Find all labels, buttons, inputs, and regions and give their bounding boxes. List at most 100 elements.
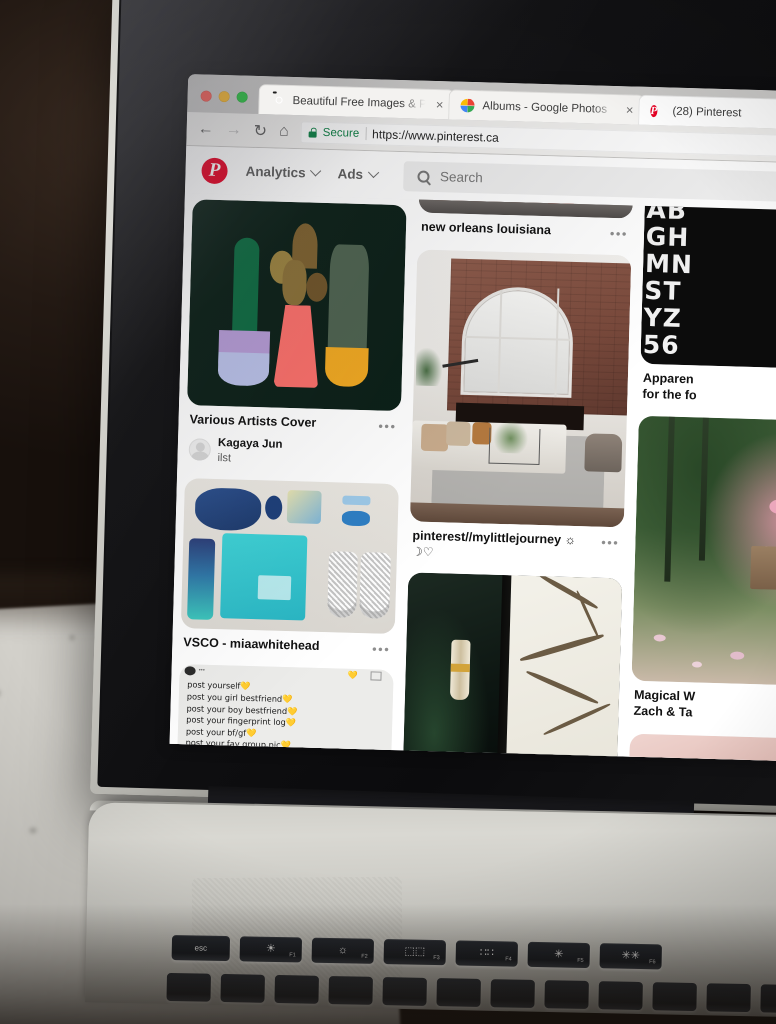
pin-image[interactable] <box>402 572 623 764</box>
chevron-down-icon <box>367 166 379 178</box>
pin-title: Various Artists Cover <box>189 412 317 430</box>
home-icon[interactable]: ⌂ <box>279 122 289 140</box>
marble-vein <box>575 590 601 641</box>
reload-icon[interactable]: ↻ <box>253 120 267 140</box>
armchair-region <box>584 433 623 473</box>
pin-title-line2: for the fo <box>642 386 697 403</box>
shoe-object <box>358 551 391 619</box>
hat-object <box>194 487 262 532</box>
pin-card[interactable]: pinterest//mylittlejourney ☼ ••• ☽♡ <box>409 249 632 564</box>
pinterest-icon: P <box>650 104 658 117</box>
pin-card[interactable]: AB GH MN ST YZ 56 Apparen for the fo <box>639 193 776 408</box>
fallen-petal <box>730 651 745 661</box>
search-input[interactable]: Search <box>402 160 776 205</box>
desk-speck <box>29 827 37 834</box>
loft-interior-photo <box>409 249 632 528</box>
back-icon[interactable]: ← <box>197 120 214 138</box>
tree-trunk <box>664 416 675 582</box>
cactus-illustration <box>187 199 407 412</box>
search-icon <box>416 169 430 183</box>
secure-label: Secure <box>322 126 360 140</box>
pinterest-logo-icon[interactable]: P <box>201 156 228 184</box>
marble-panel <box>505 572 623 764</box>
fallen-petal <box>691 661 702 668</box>
wall-sconce <box>449 639 471 701</box>
pin-title: VSCO - miaawhitehead <box>183 635 320 653</box>
tab-title: Albums - Google Photos <box>482 99 608 116</box>
pin-title: new orleans louisiana <box>420 219 552 238</box>
plant-region <box>415 347 443 386</box>
photo-scene: Beautiful Free Images & Pictur × Albums … <box>0 0 776 1024</box>
cushion <box>446 421 471 447</box>
blossom <box>768 499 776 514</box>
pin-meta: Various Artists Cover ••• Kagaya Jun ils… <box>185 405 401 470</box>
marble-vein <box>542 702 612 737</box>
chevron-down-icon <box>310 164 322 176</box>
pin-column-1: Various Artists Cover ••• Kagaya Jun ils… <box>175 193 407 764</box>
fallen-petal <box>654 633 667 642</box>
close-icon[interactable]: × <box>434 97 446 112</box>
scrunchie-object <box>265 495 283 520</box>
window-controls[interactable] <box>187 90 259 114</box>
pin-meta: new orleans louisiana ••• <box>418 213 633 242</box>
close-icon[interactable]: × <box>624 102 636 117</box>
water-bottle-object <box>187 538 216 620</box>
pin-grid: Various Artists Cover ••• Kagaya Jun ils… <box>169 193 776 764</box>
pin-meta: Apparen for the fo <box>639 364 776 408</box>
pin-meta: VSCO - miaawhitehead ••• <box>180 628 395 657</box>
google-photos-icon <box>460 98 474 112</box>
cushion <box>420 423 449 452</box>
pin-image[interactable] <box>180 477 399 634</box>
tab-title: (28) Pinterest <box>672 105 742 120</box>
pin-title-line2: Zach & Ta <box>633 703 693 720</box>
pin-card[interactable] <box>402 572 623 764</box>
sticker-object <box>342 495 371 506</box>
pin-author[interactable]: Kagaya Jun ilst <box>188 435 397 470</box>
shoe-object <box>326 551 359 618</box>
desk-speck <box>0 688 1 698</box>
forward-icon[interactable]: → <box>225 121 242 139</box>
sticker-object <box>342 510 371 527</box>
tab-title: Beautiful Free Images & Pictur <box>292 94 427 111</box>
background-bottom-shadow <box>0 904 776 1024</box>
typography-row: 56 <box>642 329 681 360</box>
browser-tab-2[interactable]: Albums - Google Photos × <box>448 89 645 125</box>
pin-card[interactable]: VSCO - miaawhitehead ••• <box>180 477 399 657</box>
marble-vein <box>525 669 600 706</box>
desk-speck <box>69 634 75 641</box>
pin-card[interactable]: Various Artists Cover ••• Kagaya Jun ils… <box>185 199 407 470</box>
minimize-window-button[interactable] <box>218 90 230 103</box>
pin-image[interactable] <box>187 199 407 412</box>
garden-photo <box>631 416 776 687</box>
laptop-device: Beautiful Free Images & Pictur × Albums … <box>85 0 776 1019</box>
nav-ads-label: Ads <box>337 166 364 182</box>
pin-author-name: Kagaya Jun <box>217 436 283 451</box>
pin-meta: pinterest//mylittlejourney ☼ ••• ☽♡ <box>409 521 624 565</box>
marble-vein <box>518 632 604 664</box>
pin-menu-icon[interactable]: ••• <box>610 226 629 242</box>
pin-card[interactable]: Magical W Zach & Ta <box>630 416 776 725</box>
pin-column-3: AB GH MN ST YZ 56 Apparen for the fo Mag… <box>629 193 776 764</box>
maximize-window-button[interactable] <box>236 91 248 103</box>
pouch-object <box>286 489 322 524</box>
pin-menu-icon[interactable]: ••• <box>372 641 391 657</box>
pin-author-text: Kagaya Jun ilst <box>217 436 282 467</box>
tree-trunk <box>699 417 710 562</box>
pin-image[interactable] <box>409 249 632 528</box>
nav-ads[interactable]: Ads <box>337 166 379 182</box>
browser-window: Beautiful Free Images & Pictur × Albums … <box>169 74 776 764</box>
nav-analytics[interactable]: Analytics <box>245 164 322 181</box>
close-window-button[interactable] <box>200 90 212 102</box>
pin-menu-icon[interactable]: ••• <box>601 534 620 550</box>
pin-image[interactable] <box>631 416 776 687</box>
pin-meta: Magical W Zach & Ta <box>630 681 776 725</box>
marble-vein <box>538 572 599 611</box>
lock-icon <box>309 127 317 137</box>
divider <box>365 127 367 141</box>
browser-tab-1[interactable]: Beautiful Free Images & Pictur × <box>258 84 455 120</box>
pin-menu-icon[interactable]: ••• <box>378 419 397 435</box>
pin-author-sub: ilst <box>217 451 232 464</box>
pin-image[interactable]: AB GH MN ST YZ 56 <box>640 193 776 370</box>
browser-tab-3[interactable]: P (28) Pinterest <box>638 94 776 131</box>
url-text: https://www.pinterest.ca <box>371 126 500 145</box>
